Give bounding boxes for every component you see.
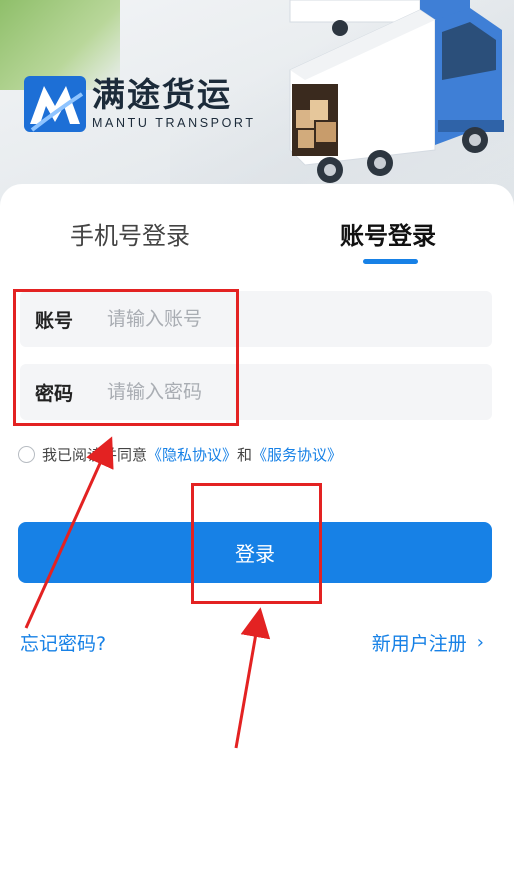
password-label: 密码 bbox=[35, 382, 74, 405]
account-input[interactable] bbox=[105, 298, 492, 340]
forgot-password-link[interactable]: 忘记密码? bbox=[20, 629, 106, 656]
agreement-prefix: 我已阅读并同意 bbox=[42, 446, 148, 464]
login-card: 手机号登录 账号登录 账号 密码 我已阅读并同意 《隐私协议》 和 《服务协议》… bbox=[0, 184, 514, 886]
register-label: 新用户注册 bbox=[371, 633, 467, 655]
hero-banner: 满途货运 MANTU TRANSPORT bbox=[0, 0, 514, 215]
register-link[interactable]: 新用户注册 › bbox=[372, 629, 484, 656]
agreement-row: 我已阅读并同意 《隐私协议》 和 《服务协议》 bbox=[18, 444, 342, 465]
brand-logo: 满途货运 MANTU TRANSPORT bbox=[24, 72, 256, 134]
service-agreement-link[interactable]: 《服务协议》 bbox=[252, 444, 342, 465]
tab-account-login[interactable]: 账号登录 bbox=[340, 216, 436, 251]
password-field[interactable]: 密码 bbox=[20, 364, 492, 420]
truck-illustration bbox=[289, 0, 504, 183]
mantu-logo-icon bbox=[24, 76, 86, 132]
brand-name-en: MANTU TRANSPORT bbox=[92, 116, 256, 130]
active-tab-indicator bbox=[363, 259, 418, 264]
chevron-right-icon: › bbox=[476, 632, 484, 653]
login-tabs: 手机号登录 账号登录 bbox=[0, 184, 514, 274]
privacy-policy-link[interactable]: 《隐私协议》 bbox=[147, 444, 237, 465]
password-input[interactable] bbox=[105, 371, 492, 413]
brand-name: 满途货运 bbox=[92, 75, 232, 114]
tab-phone-login[interactable]: 手机号登录 bbox=[70, 216, 190, 251]
agreement-checkbox[interactable] bbox=[18, 446, 35, 463]
login-button[interactable]: 登录 bbox=[18, 522, 492, 583]
account-field[interactable]: 账号 bbox=[20, 291, 492, 347]
account-label: 账号 bbox=[35, 309, 74, 332]
agreement-and: 和 bbox=[237, 446, 253, 464]
